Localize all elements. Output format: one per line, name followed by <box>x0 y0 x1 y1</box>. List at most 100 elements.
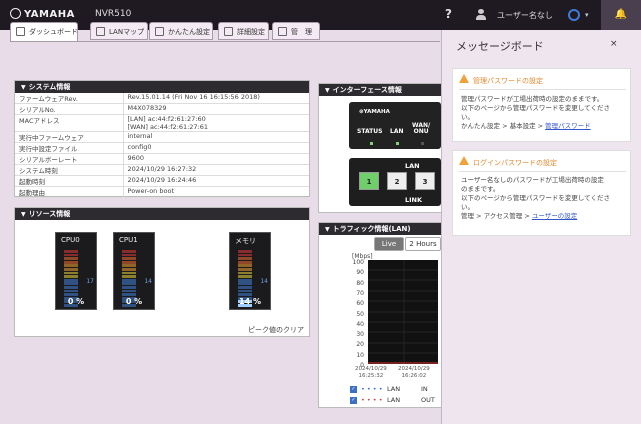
checkbox-lan-in[interactable]: ✓ <box>350 386 357 393</box>
gauge-label: CPU0 <box>61 236 80 244</box>
system-info-panel: ▼ システム情報 ファームウェアRev. Rev.15.01.14 (Fri Nov… <box>14 80 310 198</box>
username-label[interactable]: ユーザー名なし <box>497 10 553 21</box>
tab-easy-settings[interactable]: かんたん設定 <box>149 22 213 40</box>
lan-ports-panel: LAN 1 2 3 LINK <box>349 158 441 206</box>
gauge-segment <box>122 250 136 253</box>
tab-management[interactable]: 管 理 <box>272 22 320 40</box>
gauge-segment <box>122 260 136 264</box>
system-info-header[interactable]: ▼ システム情報 <box>15 81 309 93</box>
checkbox-lan-out[interactable]: ✓ <box>350 397 357 404</box>
table-row: シリアルボーレート 9600 <box>15 153 309 165</box>
status-led <box>370 142 373 145</box>
table-row: MACアドレス [LAN] ac:44:f2:61:27:60 [WAN] ac:4… <box>15 114 309 132</box>
gauge-label: メモリ <box>235 237 256 245</box>
gauge-segment <box>64 260 78 264</box>
gauge-percent: 0 % <box>125 297 143 306</box>
gauge-peak-marker: 14 <box>144 278 152 285</box>
gauge-segment <box>238 253 252 257</box>
gauge-label: CPU1 <box>119 236 138 244</box>
legend-line-out: • • • • <box>361 396 383 404</box>
gauge-segment <box>122 282 136 286</box>
traffic-chart-svg <box>368 260 438 364</box>
message-title: 管理パスワードの設定 <box>473 77 543 85</box>
lan-led <box>396 142 399 145</box>
gauge-segment <box>238 278 252 282</box>
user-icon[interactable] <box>476 9 486 20</box>
traffic-info-header[interactable]: ▼ トラフィック情報(LAN) <box>319 223 441 235</box>
gauge-0: CPU0 17 0 % <box>55 232 97 310</box>
gauge-segment <box>238 271 252 275</box>
y-tick: 100 <box>352 259 364 266</box>
gauge-segment <box>64 289 78 293</box>
y-tick: 30 <box>356 331 364 339</box>
interface-info-header[interactable]: ▼ インターフェース情報 <box>319 84 441 96</box>
gauge-segment <box>122 275 136 278</box>
gauge-segment <box>238 285 252 289</box>
gauge-segment <box>64 285 78 289</box>
two-hours-button[interactable]: 2 Hours <box>405 237 441 251</box>
x-tick-1: 2024/10/29 16:25:32 <box>355 366 387 379</box>
message-board-title: メッセージボード <box>456 40 544 53</box>
message-body: 管理パスワードが工場出荷時の設定のままです。 以下のページから管理パスワードを変… <box>461 95 610 130</box>
legend-lan-out[interactable]: ✓ • • • • LAN OUT <box>349 396 441 405</box>
ports-link-label: LINK <box>405 196 423 204</box>
lan-port-3[interactable]: 3 <box>415 172 435 190</box>
gauge-segment <box>122 289 136 293</box>
close-icon[interactable]: × <box>610 39 618 49</box>
model-name: NVR510 <box>95 9 132 19</box>
gauge-peak-marker: 17 <box>86 278 94 285</box>
resource-info-header[interactable]: ▼ リソース情報 <box>15 208 309 220</box>
message-card-login-password: ログインパスワードの設定 ユーザー名なしのパスワードが工場出荷時の設定 のままで… <box>452 150 631 236</box>
gauge-segment <box>64 271 78 275</box>
device-logo: ⊛YAMAHA <box>359 109 390 115</box>
status-ring-icon[interactable] <box>568 9 580 21</box>
y-tick: 60 <box>356 300 364 308</box>
gauge-segment <box>238 275 252 278</box>
chevron-down-icon[interactable]: ▾ <box>585 11 589 19</box>
tab-divider <box>10 41 440 42</box>
table-row: ファームウェアRev. Rev.15.01.14 (Fri Nov 16 16:1… <box>15 93 309 104</box>
table-row: シリアルNo. M4X078329 <box>15 103 309 115</box>
gauge-segment <box>238 267 252 271</box>
wan-onu-label: WAN/ONU <box>412 122 431 135</box>
status-label: STATUS <box>357 128 383 135</box>
gauge-segment <box>64 278 78 282</box>
help-button[interactable]: ? <box>445 7 452 21</box>
gauge-segment <box>64 275 78 278</box>
y-tick: 70 <box>356 289 364 297</box>
live-button[interactable]: Live <box>374 237 404 251</box>
tab-detailed-settings[interactable]: 詳細設定 <box>218 22 269 40</box>
gauge-percent: 14 % <box>239 297 261 306</box>
y-tick: 80 <box>356 279 364 287</box>
warning-icon <box>459 74 469 83</box>
lan-label: LAN <box>390 128 404 135</box>
lan-port-2[interactable]: 2 <box>387 172 407 190</box>
gauge-segment <box>64 253 78 257</box>
bell-icon[interactable]: 🔔 <box>601 0 641 30</box>
y-tick: 40 <box>356 320 364 328</box>
tab-lan-map[interactable]: LANマップ <box>90 22 148 40</box>
collapse-triangle-icon: ▼ <box>325 226 330 233</box>
message-board: メッセージボード × 管理パスワードの設定 管理パスワードが工場出荷時の設定のま… <box>441 30 641 424</box>
collapse-triangle-icon: ▼ <box>21 84 26 91</box>
user-settings-link[interactable]: ユーザーの設定 <box>532 212 577 220</box>
gauge-segment <box>122 264 136 268</box>
tab-dashboard[interactable]: ダッシュボード <box>10 22 78 42</box>
gauge-segment <box>238 282 252 286</box>
message-body: ユーザー名なしのパスワードが工場出荷時の設定 のままです。 以下のページから管理… <box>461 176 610 220</box>
table-row: 実行中設定ファイル config0 <box>15 142 309 154</box>
gauge-segment <box>64 250 78 253</box>
table-row: システム時刻 2024/10/29 16:27:32 <box>15 164 309 176</box>
y-tick: 20 <box>356 341 364 349</box>
gauge-2: メモリ 14 14 % <box>229 232 271 310</box>
lan-port-1[interactable]: 1 <box>359 172 379 190</box>
ports-lan-label: LAN <box>405 162 420 170</box>
admin-password-link[interactable]: 管理パスワード <box>545 122 591 130</box>
gauge-segment <box>238 260 252 264</box>
gear-icon <box>224 27 233 36</box>
device-front-panel: ⊛YAMAHA STATUS LAN WAN/ONU <box>349 102 441 149</box>
legend-lan-in[interactable]: ✓ • • • • LAN IN <box>349 385 441 394</box>
gauge-segment <box>64 267 78 271</box>
peak-clear-button[interactable]: ピーク値のクリア <box>248 325 304 335</box>
table-row: 起動時刻 2024/10/29 16:24:46 <box>15 175 309 187</box>
